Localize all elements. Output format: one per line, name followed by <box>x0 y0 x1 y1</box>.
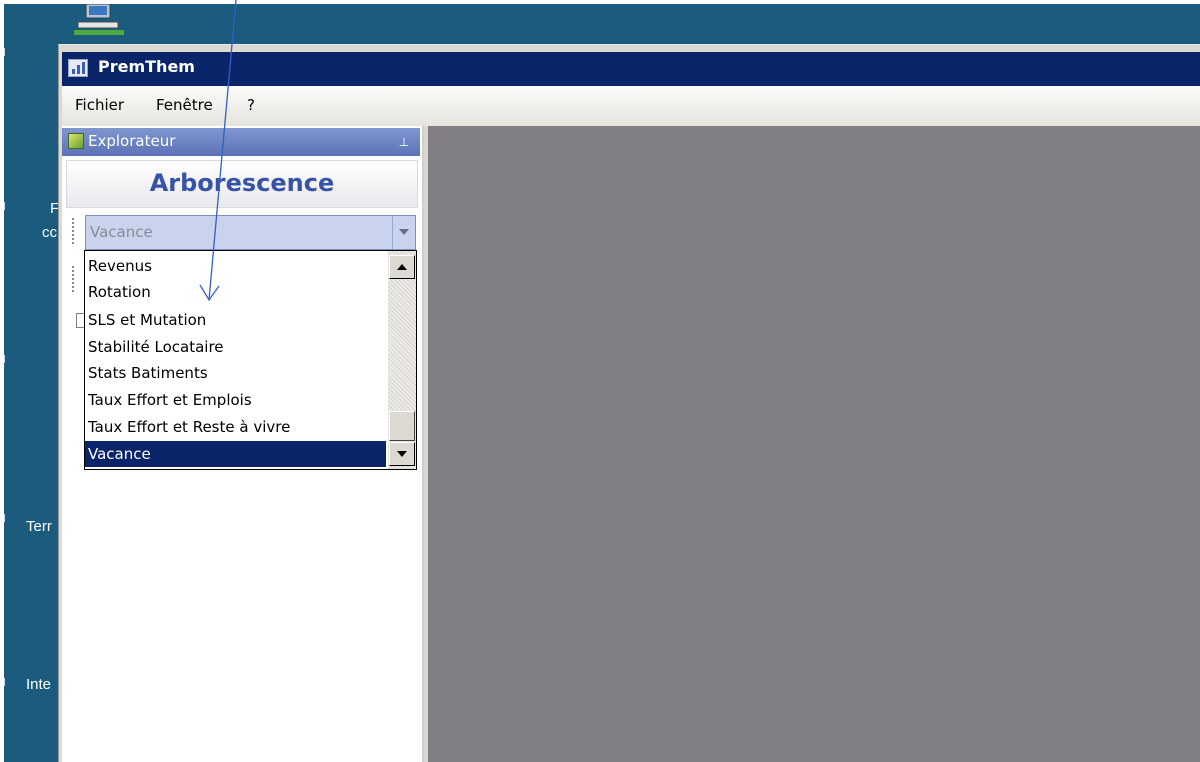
annotation-arrow <box>199 0 237 302</box>
screenshot: F cc Terr Inte PremThem Fichier Fenêtre … <box>0 0 1200 762</box>
